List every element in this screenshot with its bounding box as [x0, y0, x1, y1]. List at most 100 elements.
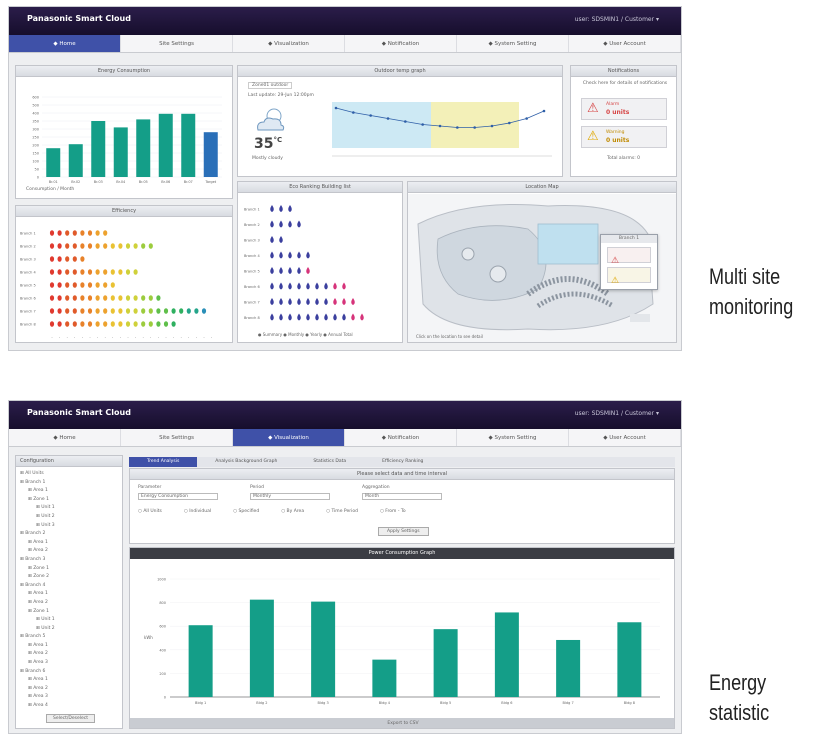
y-tick-label: 150	[32, 152, 39, 156]
tree-item[interactable]: ⊞ Area 2	[20, 650, 120, 659]
efficiency-dot	[95, 243, 100, 249]
power-bar[interactable]	[433, 629, 458, 697]
tab-trend-analysis[interactable]: Trend Analysis	[129, 457, 198, 467]
efficiency-row-label: Branch 1	[20, 232, 36, 236]
energy-bar[interactable]	[181, 113, 196, 177]
efficiency-dot	[65, 230, 70, 236]
option-radio[interactable]: ○ Individual	[184, 509, 211, 514]
temp-band-blue	[332, 102, 431, 148]
option-radio[interactable]: ○ From - To	[380, 509, 406, 514]
energy-bar[interactable]	[91, 121, 106, 177]
tree-item[interactable]: ⊞ Area 1	[20, 676, 120, 685]
weather-condition: Mostly cloudy	[252, 156, 283, 161]
nav-tab-user-account[interactable]: ◆ User Account	[569, 35, 681, 52]
tree-item[interactable]: ⊞ Branch 5	[20, 633, 120, 642]
export-csv-button[interactable]: Export to CSV	[130, 718, 674, 728]
tree-item[interactable]: ⊞ Unit 2	[20, 625, 120, 634]
warning-count: 0 units	[606, 137, 630, 144]
tree-item[interactable]: ⊞ Unit 1	[20, 616, 120, 625]
power-bar[interactable]	[249, 599, 274, 697]
tree-item[interactable]: ⊞ Area 1	[20, 487, 120, 496]
nav-tab-home[interactable]: ◆ Home	[9, 429, 121, 446]
option-radio[interactable]: ○ All Units	[138, 509, 162, 514]
apply-settings-button[interactable]: Apply Settings	[378, 527, 429, 536]
energy-bar[interactable]	[113, 127, 128, 177]
efficiency-dot	[80, 321, 85, 327]
efficiency-dot	[118, 295, 123, 301]
ranking-drop	[279, 205, 283, 212]
energy-bar[interactable]	[203, 132, 218, 177]
site-popup[interactable]: Branch 1 ⚠ ⚠	[600, 234, 658, 290]
tab-statistics-data[interactable]: Statistics Data	[295, 457, 364, 467]
nav-tab-site-settings[interactable]: Site Settings	[121, 35, 233, 52]
alarm-card[interactable]: ⚠ Alarm 0 units	[581, 98, 667, 120]
parameter-select[interactable]: Energy Consumption	[138, 493, 218, 500]
power-bar[interactable]	[372, 659, 397, 697]
tree-item[interactable]: ⊞ Area 2	[20, 685, 120, 694]
efficiency-dot	[110, 295, 115, 301]
efficiency-dot	[125, 295, 131, 301]
tree-item[interactable]: ⊞ All Units	[20, 470, 120, 479]
tree-item[interactable]: ⊞ Area 2	[20, 599, 120, 608]
tree-item[interactable]: ⊞ Area 1	[20, 590, 120, 599]
energy-bar[interactable]	[46, 148, 61, 177]
tree-item[interactable]: ⊞ Area 3	[20, 659, 120, 668]
notifications-title: Notifications	[571, 66, 676, 77]
tree-item[interactable]: ⊞ Unit 2	[20, 513, 120, 522]
ranking-drop	[342, 313, 346, 321]
power-bar[interactable]	[188, 625, 213, 697]
period-select[interactable]: Monthly	[250, 493, 330, 500]
option-radio[interactable]: ○ By Area	[281, 509, 304, 514]
efficiency-dot	[156, 295, 161, 301]
user-menu[interactable]: user: SDSMIN1 / Customer ▾	[575, 410, 659, 417]
tree-item[interactable]: ⊞ Zone 1	[20, 565, 120, 574]
tree-item[interactable]: ⊞ Area 4	[20, 702, 120, 711]
tree-item[interactable]: ⊞ Area 1	[20, 642, 120, 651]
nav-tab-user-account[interactable]: ◆ User Account	[569, 429, 681, 446]
power-bar[interactable]	[617, 622, 642, 697]
tree-item[interactable]: ⊞ Branch 6	[20, 668, 120, 677]
efficiency-dot	[141, 321, 146, 327]
option-radio[interactable]: ○ Time Period	[326, 509, 358, 514]
tab-analysis-background[interactable]: Analysis Background Graph	[197, 457, 295, 467]
nav-tab-notification[interactable]: ◆ Notification	[345, 35, 457, 52]
period-label: Period	[250, 485, 265, 490]
efficiency-dot	[103, 308, 108, 314]
energy-bar[interactable]	[68, 144, 83, 177]
energy-bar[interactable]	[158, 113, 173, 177]
nav-tab-home[interactable]: ◆ Home	[9, 35, 121, 52]
nav-tab-site-settings[interactable]: Site Settings	[121, 429, 233, 446]
warning-card[interactable]: ⚠ Warning 0 units	[581, 126, 667, 148]
tree-item[interactable]: ⊞ Branch 4	[20, 582, 120, 591]
nav-tab-visualization[interactable]: ◆ Visualization	[233, 35, 345, 52]
ranking-row-label: Branch 4	[244, 254, 260, 258]
tree-item[interactable]: ⊞ Zone 1	[20, 608, 120, 617]
power-consumption-panel: Power Consumption Graph kWh 1000 800 600 400…	[129, 547, 675, 729]
aggregation-select[interactable]: Month	[362, 493, 442, 500]
tree-item[interactable]: ⊞ Unit 1	[20, 504, 120, 513]
tree-item[interactable]: ⊞ Area 2	[20, 547, 120, 556]
tree-item[interactable]: ⊞ Branch 1	[20, 479, 120, 488]
tree-item[interactable]: ⊞ Area 1	[20, 539, 120, 548]
option-radio[interactable]: ○ Specified	[233, 509, 259, 514]
energy-bar[interactable]	[136, 119, 151, 177]
zone-select[interactable]: Zone01 outdoor	[248, 82, 293, 89]
tree-item[interactable]: ⊞ Branch 2	[20, 530, 120, 539]
map-footer: Click on the location to see detail	[416, 334, 483, 339]
nav-tab-system-setting[interactable]: ◆ System Setting	[457, 429, 569, 446]
power-bar[interactable]	[494, 612, 519, 697]
tree-item[interactable]: ⊞ Zone 1	[20, 496, 120, 505]
tree-item[interactable]: ⊞ Area 3	[20, 693, 120, 702]
tree-item[interactable]: ⊞ Unit 3	[20, 522, 120, 531]
nav-tab-system-setting[interactable]: ◆ System Setting	[457, 35, 569, 52]
power-bar[interactable]	[556, 639, 581, 697]
eco-ranking-panel: Eco Ranking Building list Branch 1 Branch…	[237, 181, 403, 343]
tab-efficiency-ranking[interactable]: Efficiency Ranking	[364, 457, 441, 467]
nav-tab-notification[interactable]: ◆ Notification	[345, 429, 457, 446]
nav-tab-visualization[interactable]: ◆ Visualization	[233, 429, 345, 446]
power-bar[interactable]	[311, 601, 336, 697]
tree-item[interactable]: ⊞ Zone 2	[20, 573, 120, 582]
tree-item[interactable]: ⊞ Branch 3	[20, 556, 120, 565]
select-deselect-button[interactable]: Select/Deselect	[46, 714, 96, 723]
user-menu[interactable]: user: SDSMIN1 / Customer ▾	[575, 16, 659, 23]
